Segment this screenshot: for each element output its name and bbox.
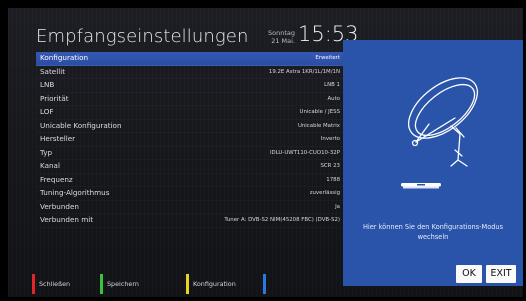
setting-label: Satellit <box>40 66 66 76</box>
settings-row[interactable]: Hersteller Inverto <box>36 133 344 147</box>
settings-row[interactable]: LOF Unicable / JESS <box>36 106 344 120</box>
setting-label: Tuning-Algorithmus <box>40 188 110 197</box>
settings-row[interactable]: Konfiguration Erweitert <box>36 52 344 66</box>
setting-value: 19.2E Astra 1KR/1L/1M/1N <box>268 68 340 75</box>
setting-label: LNB <box>40 80 55 89</box>
setting-value: Inverto <box>320 136 340 142</box>
help-panel: Hier können Sie den Konfigurations-Modus… <box>343 40 523 286</box>
setting-label: Verbunden mit <box>40 215 94 224</box>
settings-list: Konfiguration Erweitert Satellit 19.2E Astr… <box>36 52 344 228</box>
setting-label: Kanal <box>40 161 60 170</box>
settings-row[interactable]: Tuning-Algorithmus zuverlässig <box>36 187 344 201</box>
settings-row[interactable]: Frequenz 1788 <box>36 174 344 188</box>
settings-row[interactable]: LNB LNB 1 <box>36 79 344 93</box>
setting-label: Typ <box>40 147 53 157</box>
setting-value: Tuner A: DVB-S2 NIM(45208 FBC) (DVB-S2) <box>224 217 340 223</box>
setting-label: Unicable Konfiguration <box>40 120 122 130</box>
screen: Empfangseinstellungen Sonntag 21 Mai. 15… <box>8 8 523 297</box>
color-key-bar: Schließen Speichern Konfiguration <box>8 271 338 295</box>
green-key-color-bar <box>100 274 103 294</box>
setting-value: Unicable / JESS <box>299 109 340 115</box>
setting-value: SCR 23 <box>320 163 340 169</box>
help-text: Hier können Sie den Konfigurations-Modus… <box>362 223 504 241</box>
settings-row[interactable]: Typ IDLU-UWT110-CUO10-32P <box>36 147 344 161</box>
setting-value: 1788 <box>326 176 340 183</box>
settings-row[interactable]: Verbunden mit Tuner A: DVB-S2 NIM(45208 F… <box>36 214 344 228</box>
settings-row[interactable]: Verbunden Ja <box>36 201 344 215</box>
weekday-label: Sonntag <box>268 29 295 37</box>
setting-value: IDLU-UWT110-CUO10-32P <box>269 149 340 156</box>
green-key-label: Speichern <box>107 280 139 288</box>
setting-value: Unicable Matrix <box>297 122 340 129</box>
settings-row[interactable]: Kanal SCR 23 <box>36 160 344 174</box>
settings-row[interactable]: Unicable Konfiguration Unicable Matrix <box>36 120 344 134</box>
yellow-key-label: Konfiguration <box>193 280 236 288</box>
setting-value: Erweitert <box>315 55 340 61</box>
date-display: Sonntag 21 Mai. <box>263 29 295 45</box>
setting-value: Ja <box>335 203 340 210</box>
page-title: Empfangseinstellungen <box>36 26 249 47</box>
setting-label: Konfiguration <box>40 53 89 62</box>
blue-key-color-bar <box>263 274 266 294</box>
setting-value: Auto <box>327 95 340 102</box>
ok-button[interactable]: OK <box>456 265 482 283</box>
setting-label: Verbunden <box>40 201 79 211</box>
setting-label: Hersteller <box>40 134 76 143</box>
setting-value: LNB 1 <box>324 82 340 88</box>
exit-button[interactable]: EXIT <box>486 265 516 283</box>
settings-row[interactable]: Satellit 19.2E Astra 1KR/1L/1M/1N <box>36 66 344 80</box>
setting-label: Frequenz <box>40 174 73 184</box>
yellow-key-color-bar <box>186 274 189 294</box>
date-label: 21 Mai. <box>271 37 295 45</box>
red-key-label: Schließen <box>39 280 71 288</box>
red-key-color-bar <box>32 274 35 294</box>
settings-row[interactable]: Priorität Auto <box>36 93 344 107</box>
setting-label: Priorität <box>40 93 69 103</box>
setting-value: zuverlässig <box>309 190 340 196</box>
setting-label: LOF <box>40 107 54 116</box>
receiver-box-icon <box>401 183 441 189</box>
